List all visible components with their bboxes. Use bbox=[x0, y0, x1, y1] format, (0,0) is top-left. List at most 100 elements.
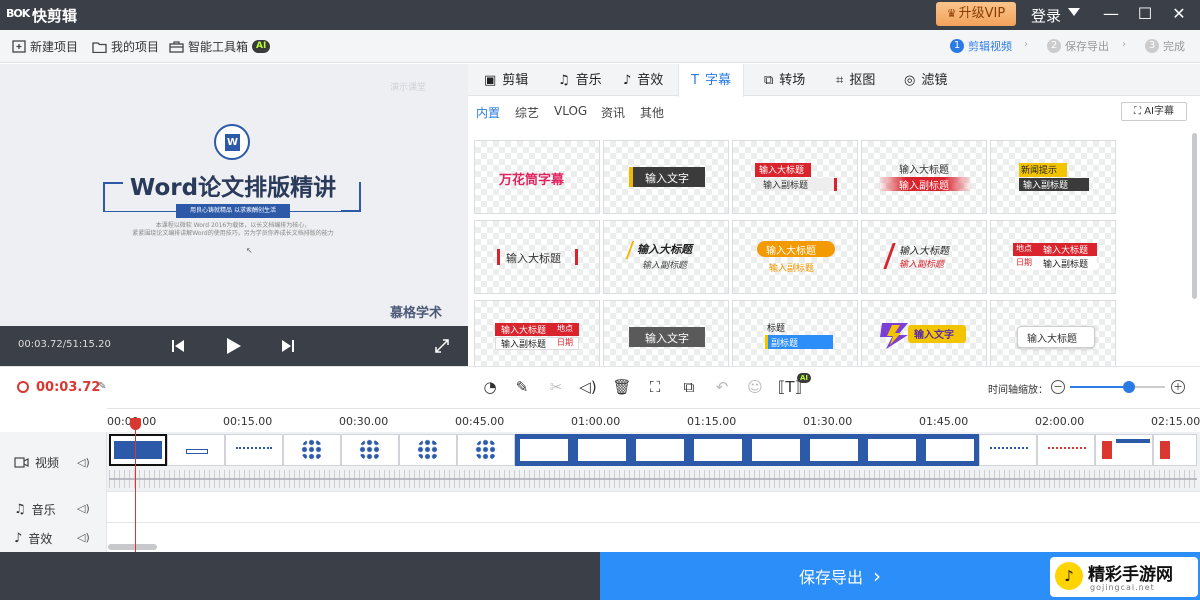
transition-icon: ⧉ bbox=[764, 72, 774, 88]
video-clip[interactable] bbox=[863, 434, 921, 466]
step-save-export: 2 保存导出 bbox=[1047, 38, 1109, 54]
sound-effect-icon: ♪ bbox=[14, 531, 23, 546]
tab-filter[interactable]: ◎ 滤镜 bbox=[892, 64, 959, 96]
video-camera-icon bbox=[14, 457, 29, 468]
subtitle-style-card[interactable]: 输入大标题 输入副标题 bbox=[732, 220, 858, 294]
copy-icon[interactable]: ⧉ bbox=[679, 377, 699, 397]
play-button[interactable] bbox=[223, 326, 245, 366]
tab-label: 滤镜 bbox=[921, 72, 948, 88]
style-main-text: 标题 bbox=[767, 324, 786, 334]
pen-icon[interactable]: ✎ bbox=[512, 377, 532, 397]
tab-edit[interactable]: ▣ 剪辑 bbox=[472, 64, 540, 96]
fullscreen-button[interactable] bbox=[432, 326, 452, 366]
ai-text-icon[interactable]: ⟦T⟧ bbox=[778, 377, 802, 397]
video-clip[interactable] bbox=[283, 434, 341, 466]
edit-time-icon[interactable]: ✎ bbox=[98, 381, 106, 392]
tab-music[interactable]: ♫ 音乐 bbox=[546, 64, 614, 96]
video-clip[interactable] bbox=[921, 434, 979, 466]
video-clip[interactable] bbox=[225, 434, 283, 466]
timeline-horizontal-scrollbar[interactable] bbox=[108, 544, 157, 550]
subtitle-style-card[interactable]: 标题 副标题 bbox=[732, 300, 858, 366]
undo-icon[interactable]: ↶ bbox=[712, 377, 732, 397]
video-clip-selected[interactable] bbox=[109, 434, 167, 466]
close-button[interactable]: ✕ bbox=[1162, 0, 1196, 30]
video-clip[interactable] bbox=[979, 434, 1037, 466]
zoom-in-button[interactable]: + bbox=[1171, 380, 1185, 394]
step-number: 1 bbox=[950, 39, 964, 53]
video-clip[interactable] bbox=[1153, 434, 1197, 466]
ai-subtitle-button[interactable]: ⛶ AI字幕 bbox=[1121, 102, 1187, 121]
next-frame-button[interactable] bbox=[278, 326, 298, 366]
video-preview[interactable]: 演示课堂 W Word论文排版精讲 用良心铸就精品 以求索酬创生活 本课程以微软… bbox=[0, 64, 468, 326]
video-clip[interactable] bbox=[689, 434, 747, 466]
subtitle-style-card[interactable]: 输入大标题 bbox=[990, 300, 1116, 366]
volume-icon[interactable]: ◁) bbox=[578, 377, 598, 397]
my-projects-button[interactable]: 我的项目 bbox=[92, 38, 159, 55]
video-clip[interactable] bbox=[341, 434, 399, 466]
clip-thumbnail bbox=[926, 439, 974, 461]
scissors-icon[interactable]: ✂ bbox=[546, 377, 566, 397]
tick-label: 00:15.00 bbox=[223, 415, 273, 428]
video-clip[interactable] bbox=[573, 434, 631, 466]
track-name: 视频 bbox=[35, 456, 60, 470]
mute-music-icon[interactable]: ◁) bbox=[77, 502, 90, 515]
video-clip[interactable] bbox=[1095, 434, 1153, 466]
smart-toolbox-button[interactable]: 智能工具箱 AI bbox=[169, 38, 271, 55]
delete-icon[interactable]: 🗑 bbox=[612, 377, 632, 397]
subtitle-style-card[interactable]: 输入大标题 bbox=[474, 220, 600, 294]
emoji-icon[interactable]: ☺ bbox=[745, 377, 765, 397]
zoom-out-button[interactable]: − bbox=[1051, 380, 1065, 394]
tab-transition[interactable]: ⧉ 转场 bbox=[752, 64, 817, 96]
crop-icon[interactable]: ⛶ bbox=[645, 377, 665, 397]
subtitle-style-card[interactable]: 输入大标题 输入副标题 bbox=[861, 220, 987, 294]
subtitle-style-card[interactable]: 输入文字 bbox=[861, 300, 987, 366]
video-clip[interactable] bbox=[747, 434, 805, 466]
subtab-other[interactable]: 其他 bbox=[640, 104, 664, 121]
video-clip[interactable] bbox=[167, 434, 225, 466]
caret-down-icon[interactable] bbox=[1068, 8, 1080, 16]
video-clip[interactable] bbox=[805, 434, 863, 466]
subtab-vlog[interactable]: VLOG bbox=[554, 104, 587, 118]
new-project-button[interactable]: 新建项目 bbox=[12, 38, 78, 55]
video-clip[interactable] bbox=[631, 434, 689, 466]
video-clip[interactable] bbox=[457, 434, 515, 466]
speed-icon[interactable]: ◔ bbox=[480, 377, 500, 397]
music-track[interactable] bbox=[107, 493, 1200, 523]
subtitle-style-card[interactable]: 输入大标题 输入副标题 bbox=[732, 140, 858, 214]
subtitle-style-card[interactable]: 新闻提示 输入副标题 bbox=[990, 140, 1116, 214]
subtab-news[interactable]: 资讯 bbox=[601, 104, 625, 121]
video-track[interactable] bbox=[107, 432, 1200, 492]
upgrade-vip-button[interactable]: ♛ 升级VIP bbox=[936, 2, 1016, 26]
style-grid-scrollbar[interactable] bbox=[1192, 133, 1197, 299]
mute-video-icon[interactable]: ◁) bbox=[77, 456, 90, 469]
tab-sound-effect[interactable]: ♪ 音效 bbox=[611, 64, 675, 96]
sound-effect-track[interactable] bbox=[107, 523, 1200, 552]
subtitle-style-card[interactable]: 输入大标题 地点 输入副标题 日期 bbox=[474, 300, 600, 366]
tick-label: 01:45.00 bbox=[919, 415, 969, 428]
timeline-ruler[interactable]: 00:00.00 00:15.00 00:30.00 00:45.00 01:0… bbox=[107, 408, 1200, 432]
previous-frame-button[interactable] bbox=[168, 326, 188, 366]
subtitle-style-card[interactable]: 输入文字 bbox=[603, 300, 729, 366]
player-controls: 00:03.72/51:15.20 bbox=[0, 326, 468, 366]
maximize-button[interactable]: ☐ bbox=[1128, 0, 1162, 30]
tab-subtitle[interactable]: T 字幕 bbox=[678, 64, 744, 97]
subtitle-category-tabs: 内置 综艺 VLOG 资讯 其他 bbox=[468, 97, 1200, 125]
subtab-builtin[interactable]: 内置 bbox=[476, 104, 500, 121]
subtitle-style-card[interactable]: 万花筒字幕 bbox=[474, 140, 600, 214]
mute-sound-effect-icon[interactable]: ◁) bbox=[77, 531, 90, 544]
video-clip[interactable] bbox=[515, 434, 573, 466]
login-link[interactable]: 登录 bbox=[1031, 5, 1061, 26]
video-clip[interactable] bbox=[399, 434, 457, 466]
subtitle-style-card[interactable]: 地点 输入大标题 日期 输入副标题 bbox=[990, 220, 1116, 294]
tab-cutout[interactable]: ⌗ 抠图 bbox=[824, 64, 887, 96]
subtitle-style-card[interactable]: 输入大标题 输入副标题 bbox=[861, 140, 987, 214]
minimize-button[interactable]: — bbox=[1094, 0, 1128, 30]
subtab-variety[interactable]: 综艺 bbox=[515, 104, 539, 121]
zoom-slider-knob[interactable] bbox=[1122, 381, 1135, 393]
subtitle-style-card[interactable]: 输入大标题 输入副标题 bbox=[603, 220, 729, 294]
step-number: 3 bbox=[1145, 39, 1159, 53]
subtitle-style-card[interactable]: 输入文字 bbox=[603, 140, 729, 214]
playhead-handle[interactable] bbox=[130, 418, 141, 430]
video-clip[interactable] bbox=[1037, 434, 1095, 466]
timeline-zoom-slider[interactable] bbox=[1070, 381, 1165, 393]
